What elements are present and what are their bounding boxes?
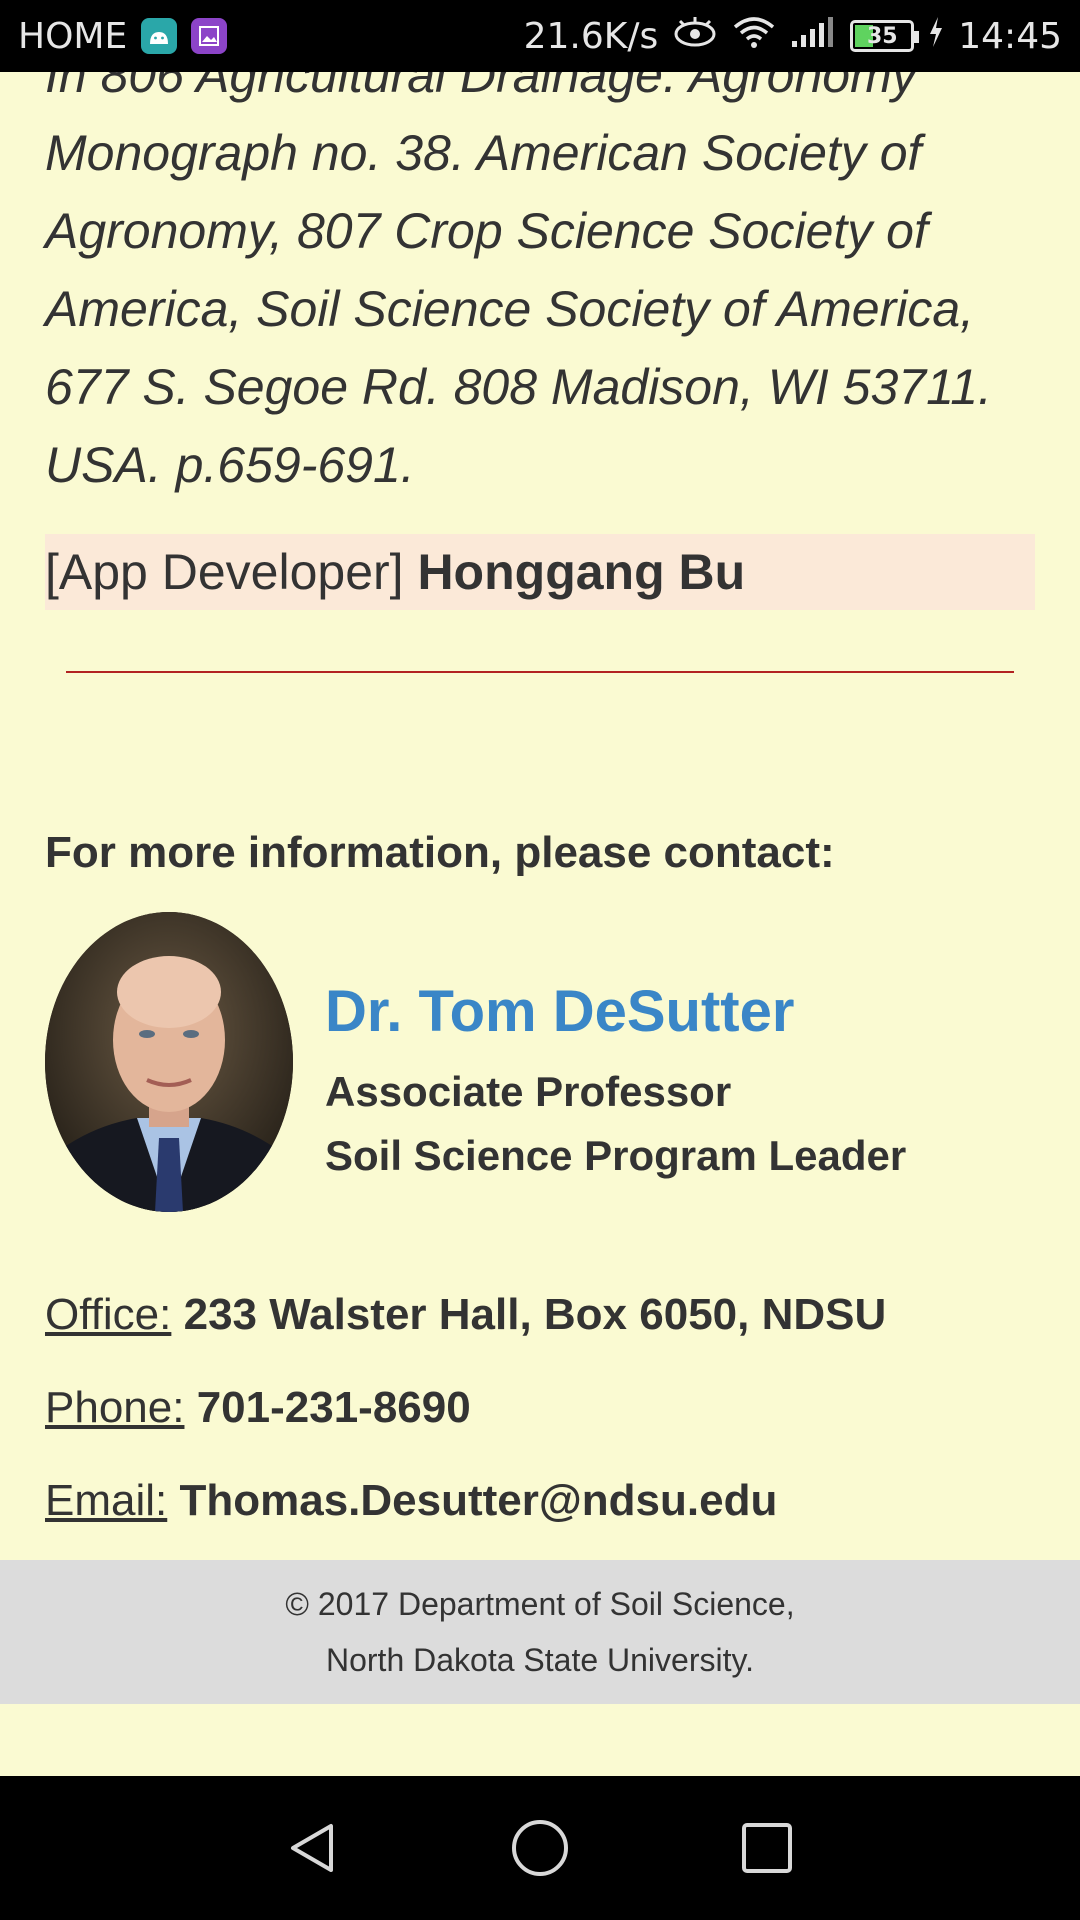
page-content[interactable]: In 806 Agricultural Drainage. Agronomy M… xyxy=(0,72,1080,1632)
status-bar-right: 21.6K/s 35 14:45 xyxy=(524,15,1062,58)
footer-line-2: North Dakota State University. xyxy=(325,1642,754,1678)
developer-label: [App Developer] xyxy=(45,544,404,600)
email-label: Email: xyxy=(45,1476,168,1525)
gallery-icon xyxy=(191,18,228,54)
phone-label: Phone: xyxy=(45,1383,185,1432)
net-speed: 21.6K/s xyxy=(523,15,659,57)
office-row: Office: 233 Walster Hall, Box 6050, NDSU xyxy=(45,1290,886,1340)
wifi-icon xyxy=(732,15,776,58)
footer-line-1: © 2017 Department of Soil Science, xyxy=(285,1586,795,1622)
office-label: Office: xyxy=(45,1290,172,1339)
contact-title: Associate Professor xyxy=(325,1068,732,1115)
battery-percent: 35 xyxy=(866,23,898,49)
android-icon xyxy=(141,18,178,54)
contact-photo xyxy=(45,912,293,1212)
recents-icon[interactable] xyxy=(727,1808,807,1888)
reference-text: In 806 Agricultural Drainage. Agronomy M… xyxy=(45,72,992,493)
contact-heading: For more information, please contact: xyxy=(45,828,835,877)
battery-icon: 35 xyxy=(850,20,920,52)
carrier-label: HOME xyxy=(18,15,128,57)
phone-value[interactable]: 701-231-8690 xyxy=(197,1383,471,1432)
divider xyxy=(66,671,1014,673)
clock: 14:45 xyxy=(958,15,1062,57)
home-icon[interactable] xyxy=(500,1808,580,1888)
navigation-bar xyxy=(0,1776,1080,1920)
contact-name: Dr. Tom DeSutter xyxy=(325,979,795,1044)
phone-row: Phone: 701-231-8690 xyxy=(45,1383,471,1433)
footer: © 2017 Department of Soil Science, North… xyxy=(0,1560,1080,1704)
contact-role: Soil Science Program Leader xyxy=(325,1132,907,1179)
signal-icon xyxy=(790,15,836,58)
eye-icon xyxy=(672,15,718,58)
back-icon[interactable] xyxy=(273,1808,353,1888)
developer-credit: [App Developer] Honggang Bu xyxy=(45,534,1035,610)
email-row: Email: Thomas.Desutter@ndsu.edu xyxy=(45,1476,777,1526)
email-value[interactable]: Thomas.Desutter@ndsu.edu xyxy=(179,1476,777,1525)
developer-name: Honggang Bu xyxy=(417,544,746,600)
status-bar: HOME 21.6K/s 35 14:45 xyxy=(0,0,1080,72)
status-bar-left: HOME xyxy=(18,15,228,57)
office-value: 233 Walster Hall, Box 6050, NDSU xyxy=(183,1290,887,1339)
charging-icon xyxy=(928,16,944,57)
